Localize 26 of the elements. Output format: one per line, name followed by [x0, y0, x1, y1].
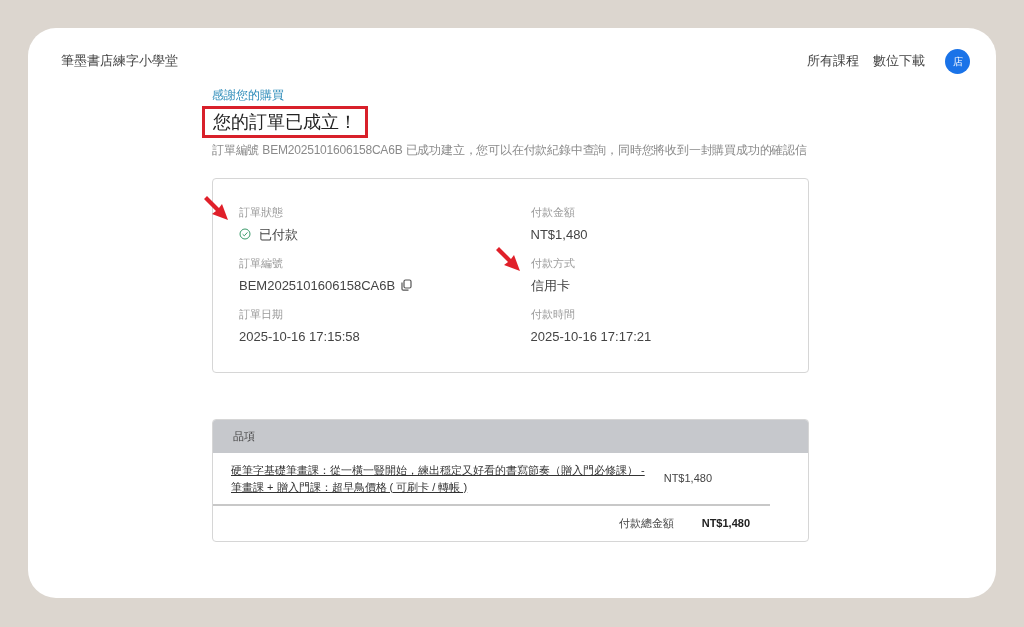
total-label: 付款總金額 — [618, 516, 674, 532]
field-value: 已付款 — [259, 227, 298, 241]
field-label: 付款方式 — [530, 258, 576, 269]
field-label: 付款時間 — [530, 309, 576, 320]
product-link[interactable]: 硬筆字基礎筆畫課：從一橫一豎開始，練出穩定又好看的書寫節奏（贈入門必修課） - 筆畫課 + 贈入門課：超早鳥價格 ( 可刷卡 / 轉帳 ) — [231, 461, 651, 496]
field-label: 付款金額 — [530, 207, 576, 218]
field-value: 2025-10-16 17:17:21 — [530, 329, 652, 343]
check-circle-icon — [239, 228, 251, 240]
nav-link[interactable]: 所有課程 — [807, 51, 859, 71]
field-value: 2025-10-16 17:15:58 — [239, 329, 360, 343]
field-value: 信用卡 — [530, 278, 570, 292]
total-amount: NT$1,480 — [701, 516, 750, 532]
price-text: NT$1,480 — [663, 471, 712, 487]
eyebrow-text: 感謝您的購買 — [212, 88, 285, 102]
field-label: 訂單狀態 — [239, 207, 284, 218]
field-value: BEM2025101606158CA6B — [239, 278, 396, 292]
column-heading: 品項 — [233, 429, 255, 445]
brand-name[interactable]: 筆墨書店練字小學堂 — [61, 51, 178, 71]
field-label: 訂單編號 — [239, 258, 284, 269]
description-text: 訂單編號 BEM2025101606158CA6B 已成功建立，您可以在付款紀錄中查詢，同時您將收到一封購買成功的確認信 — [212, 142, 808, 159]
avatar[interactable]: 店 — [945, 48, 970, 74]
nav-link[interactable]: 數位下載 — [873, 51, 925, 71]
page-title: 您的訂單已成立！ — [202, 106, 368, 138]
field-label: 訂單日期 — [239, 309, 284, 320]
field-value: NT$1,480 — [530, 227, 588, 241]
copy-icon[interactable] — [401, 279, 413, 291]
